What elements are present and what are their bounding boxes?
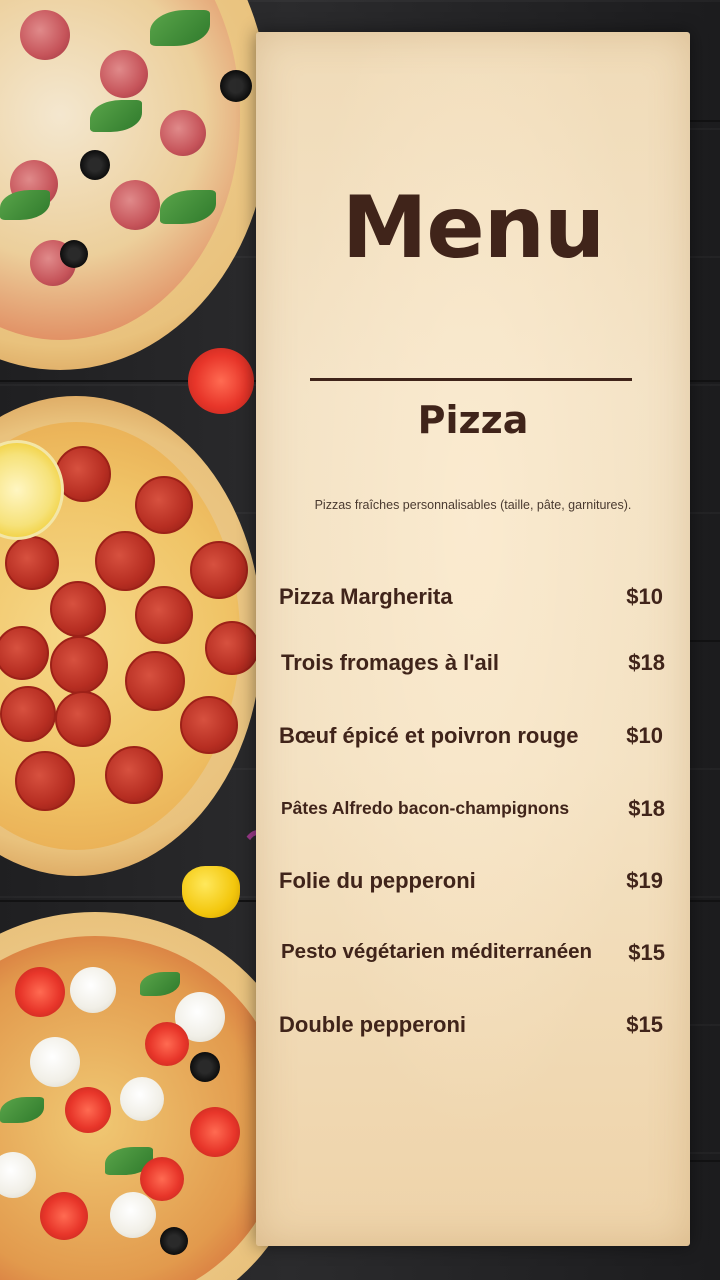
menu-item-price: $15: [628, 940, 665, 965]
menu-item-name: Folie du pepperoni: [279, 868, 476, 893]
menu-item-price: $18: [628, 796, 665, 821]
menu-item-price: $10: [626, 584, 663, 609]
title-divider: [310, 378, 632, 381]
yellow-pepper-image: [182, 866, 240, 918]
menu-item: Trois fromages à l'ail $18: [279, 650, 669, 680]
menu-item-name: Trois fromages à l'ail: [281, 650, 499, 675]
section-description: Pizzas fraîches personnalisables (taille…: [314, 498, 632, 512]
menu-item-name: Pesto végétarien méditerranéen: [281, 940, 593, 963]
menu-item-name: Bœuf épicé et poivron rouge: [279, 723, 579, 748]
menu-item-price: $18: [628, 650, 665, 675]
menu-item-name: Pizza Margherita: [279, 584, 453, 609]
menu-item: Bœuf épicé et poivron rouge $10: [279, 723, 669, 753]
menu-item-name: Double pepperoni: [279, 1012, 466, 1037]
section-title: Pizza: [417, 398, 529, 442]
menu-item: Pâtes Alfredo bacon-champignons $18: [279, 796, 669, 826]
menu-item: Folie du pepperoni $19: [279, 868, 669, 898]
menu-item-price: $19: [626, 868, 663, 893]
tomato-slice-image: [188, 348, 254, 414]
menu-item: Pesto végétarien méditerranéen $15: [279, 940, 669, 970]
menu-title: Menu: [341, 178, 605, 278]
menu-item-name: Pâtes Alfredo bacon-champignons: [281, 798, 570, 818]
menu-item: Pizza Margherita $10: [279, 584, 669, 614]
menu-item: Double pepperoni $15: [279, 1012, 669, 1042]
menu-item-price: $15: [626, 1012, 663, 1037]
menu-item-price: $10: [626, 723, 663, 748]
